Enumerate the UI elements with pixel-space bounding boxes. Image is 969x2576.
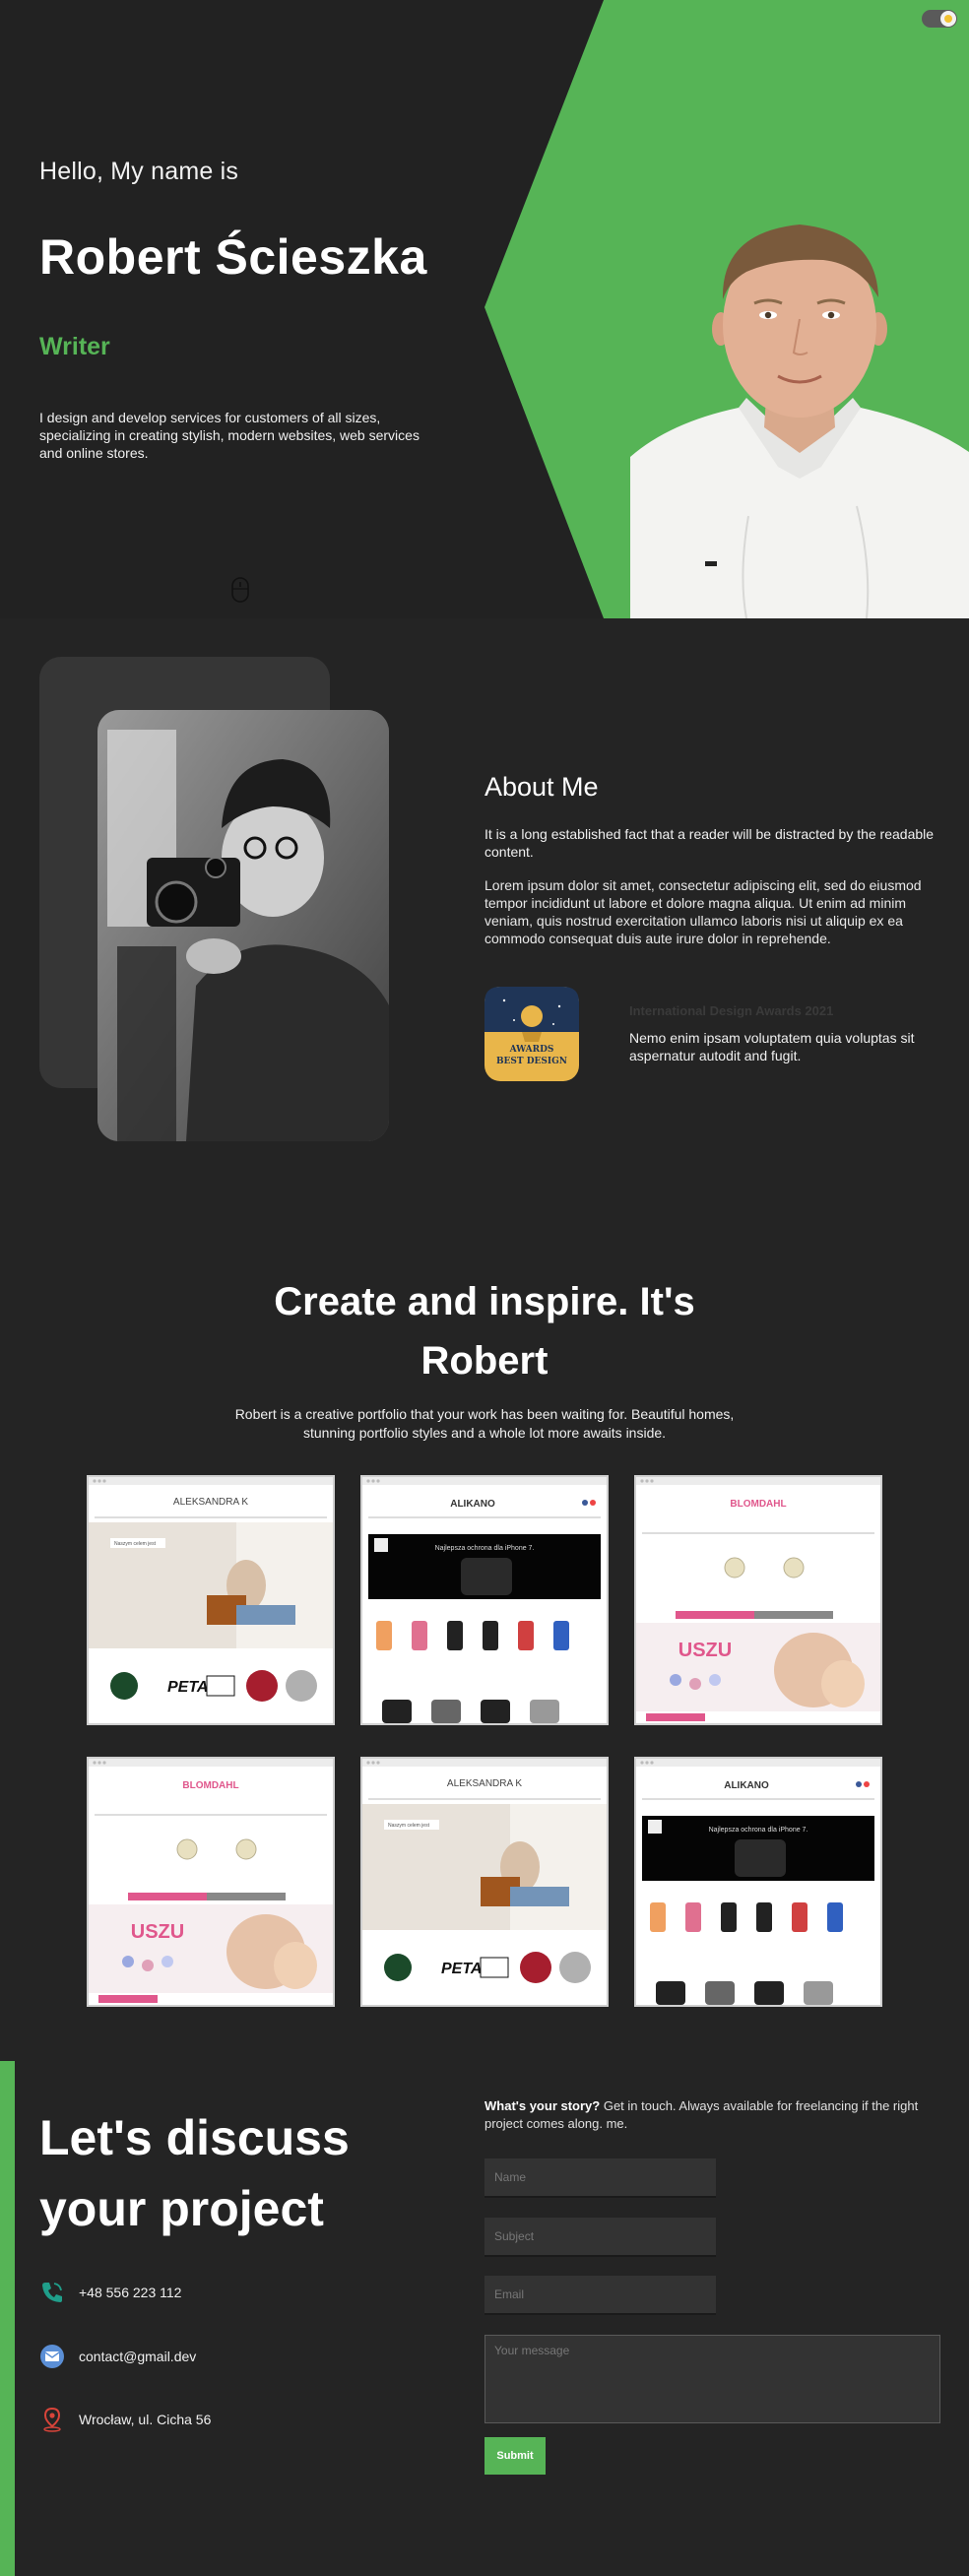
about-title: About Me [484, 772, 599, 802]
award-text: Nemo enim ipsam voluptatem quia voluptas… [629, 1030, 915, 1063]
hero-section: Hello, My name is Robert Ścieszka Writer… [0, 0, 969, 618]
contact-story: What's your story? Get in touch. Always … [484, 2097, 947, 2133]
portfolio-item-logo: ALIKANO [724, 1780, 769, 1791]
contact-email-text: contact@gmail.dev [79, 2349, 197, 2364]
name-input[interactable] [484, 2158, 716, 2198]
portfolio-screenshot: ALEKSANDRA K Naszym celem jest PETA [89, 1477, 333, 1723]
phone-icon [42, 2283, 62, 2302]
portfolio-item-caption: USZU [678, 1640, 732, 1661]
contact-accent-bar [0, 2061, 15, 2576]
contact-title: Let's discuss your project [39, 2102, 453, 2244]
contact-title-line-2: your project [39, 2181, 324, 2236]
mouse-icon[interactable] [231, 577, 249, 603]
svg-text:PETA: PETA [167, 1679, 208, 1696]
portfolio-item-logo: ALIKANO [450, 1499, 495, 1510]
portfolio-screenshot: ALIKANO Najlepsza ochrona dla iPhone 7. [636, 1759, 880, 2005]
award-title: International Design Awards 2021 [629, 1003, 834, 1018]
about-paragraph-lorem: Lorem ipsum dolor sit amet, consectetur … [484, 877, 922, 946]
hero-intro: I design and develop services for custom… [39, 410, 420, 461]
portfolio-item-caption: USZU [131, 1921, 184, 1943]
moon-icon [944, 15, 952, 23]
portfolio-screenshot: ALIKANO Najlepsza ochrona dla iPhone 7. [362, 1477, 607, 1723]
portfolio-title: Create and inspire. It's Robert [0, 1272, 969, 1390]
submit-button[interactable]: Submit [484, 2437, 546, 2475]
portfolio-title-line-2: Robert [420, 1339, 549, 1383]
hero-role: Writer [39, 333, 110, 360]
portfolio-item-caption: Najlepsza ochrona dla iPhone 7. [435, 1545, 535, 1552]
portfolio-screenshot: BLOMDAHL USZU [636, 1477, 880, 1721]
contact-story-heading: What's your story? [484, 2098, 601, 2113]
portfolio-screenshot: BLOMDAHL USZU [89, 1759, 333, 2003]
svg-text:PETA: PETA [441, 1961, 482, 1977]
mail-icon [40, 2345, 64, 2368]
message-textarea[interactable] [484, 2335, 940, 2423]
award-badge-line-2: BEST DESIGN [496, 1057, 567, 1066]
portfolio-item-logo: ALEKSANDRA K [447, 1778, 522, 1789]
portfolio-item[interactable]: ALEKSANDRA K Naszym celem jest PETA [87, 1475, 335, 1725]
portfolio-item-logo: BLOMDAHL [182, 1780, 238, 1791]
portfolio-item-logo: BLOMDAHL [730, 1499, 786, 1510]
theme-toggle[interactable] [922, 10, 957, 28]
hero-portrait-image [630, 225, 969, 618]
portfolio-screenshot: ALEKSANDRA K Naszym celem jest PETA [362, 1759, 607, 2005]
award-badge-icon: AWARDS BEST DESIGN [484, 987, 579, 1081]
subject-input[interactable] [484, 2218, 716, 2257]
about-photo-image [97, 710, 389, 1141]
location-pin-icon [43, 2407, 61, 2432]
portfolio-item[interactable]: ALEKSANDRA K Naszym celem jest PETA [360, 1757, 609, 2007]
email-input[interactable] [484, 2276, 716, 2315]
portfolio-item-caption: Naszym celem jest [388, 1823, 430, 1829]
hero-name: Robert Ścieszka [39, 229, 427, 285]
portfolio-item-caption: Najlepsza ochrona dla iPhone 7. [709, 1827, 808, 1834]
portfolio-item[interactable]: ALIKANO Najlepsza ochrona dla iPhone 7. [360, 1475, 609, 1725]
portfolio-title-line-1: Create and inspire. It's [274, 1280, 695, 1323]
portfolio-item[interactable]: ALIKANO Najlepsza ochrona dla iPhone 7. [634, 1757, 882, 2007]
portfolio-item-caption: Naszym celem jest [114, 1541, 157, 1547]
about-paragraph: It is a long established fact that a rea… [484, 826, 935, 860]
contact-address-text: Wrocław, ul. Cicha 56 [79, 2412, 212, 2427]
portfolio-item[interactable]: BLOMDAHL USZU [634, 1475, 882, 1725]
contact-phone-text: +48 556 223 112 [79, 2285, 182, 2300]
portfolio-item-logo: ALEKSANDRA K [173, 1497, 248, 1508]
portfolio-description: Robert is a creative portfolio that your… [234, 1406, 735, 1441]
contact-title-line-1: Let's discuss [39, 2110, 350, 2165]
award-badge-line-1: AWARDS [509, 1045, 554, 1055]
hero-greeting: Hello, My name is [39, 158, 239, 185]
portfolio-item[interactable]: BLOMDAHL USZU [87, 1757, 335, 2007]
